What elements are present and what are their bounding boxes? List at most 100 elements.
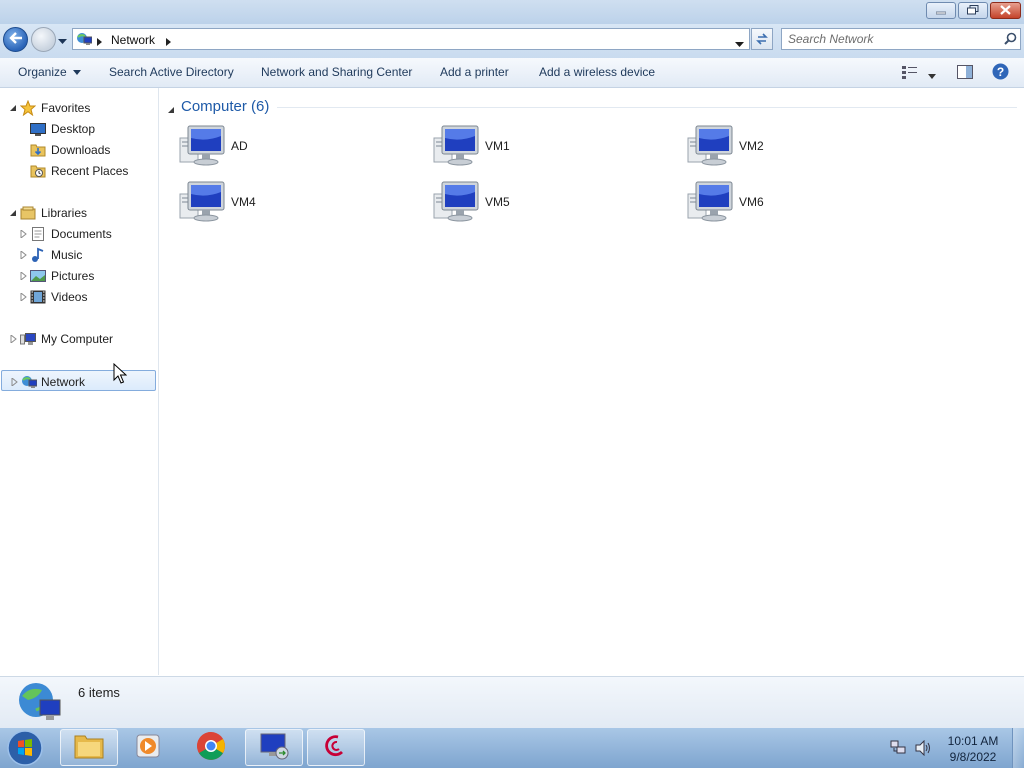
nav-desktop[interactable]: Desktop xyxy=(0,118,158,139)
collapsed-triangle-icon[interactable] xyxy=(20,293,27,301)
command-bar: Organize Search Active Directory Network… xyxy=(0,58,1024,88)
nav-downloads[interactable]: Downloads xyxy=(0,139,158,160)
computer-item[interactable]: VM1 xyxy=(432,124,672,172)
computer-item[interactable]: AD xyxy=(178,124,418,172)
nav-libraries-label: Libraries xyxy=(41,206,88,220)
nav-favorites[interactable]: Favorites xyxy=(0,97,158,118)
network-tray-icon[interactable] xyxy=(890,740,906,759)
view-dropdown-icon[interactable] xyxy=(928,69,936,83)
computer-label: VM1 xyxy=(485,139,510,153)
taskbar-media-player[interactable] xyxy=(120,729,178,766)
computer-item[interactable]: VM2 xyxy=(686,124,926,172)
music-icon xyxy=(30,247,46,263)
collapsed-triangle-icon[interactable] xyxy=(10,335,17,343)
clock-date: 9/8/2022 xyxy=(949,750,997,764)
taskbar: 10:01 AM 9/8/2022 xyxy=(0,728,1024,768)
downloads-folder-icon xyxy=(30,142,46,158)
add-printer-button[interactable]: Add a printer xyxy=(440,65,509,79)
taskbar-remote-desktop[interactable] xyxy=(245,729,303,766)
nav-network[interactable]: Network xyxy=(1,370,156,391)
search-active-directory-button[interactable]: Search Active Directory xyxy=(109,65,234,79)
address-dropdown-icon[interactable] xyxy=(735,37,744,51)
nav-recent-places-label: Recent Places xyxy=(51,164,129,178)
add-wireless-device-button[interactable]: Add a wireless device xyxy=(539,65,655,79)
collapsed-triangle-icon[interactable] xyxy=(20,230,27,238)
expanded-triangle-icon[interactable] xyxy=(10,209,17,217)
nav-recent-places[interactable]: Recent Places xyxy=(0,160,158,181)
nav-desktop-label: Desktop xyxy=(51,122,96,136)
recent-places-icon xyxy=(30,163,46,179)
network-icon xyxy=(21,374,38,390)
computer-item[interactable]: VM4 xyxy=(178,180,418,228)
start-button[interactable] xyxy=(5,729,45,767)
nav-documents[interactable]: Documents xyxy=(0,223,158,244)
minimize-button[interactable] xyxy=(926,2,956,19)
windows-explorer-icon xyxy=(73,732,105,763)
item-count: 6 items xyxy=(78,685,120,700)
help-button[interactable]: ? xyxy=(992,63,1009,83)
help-icon: ? xyxy=(992,63,1009,83)
nav-videos[interactable]: Videos xyxy=(0,286,158,307)
computer-item[interactable]: VM5 xyxy=(432,180,672,228)
search-box[interactable] xyxy=(781,28,1021,50)
computer-item[interactable]: VM6 xyxy=(686,180,926,228)
recent-pages-button[interactable] xyxy=(58,35,67,44)
breadcrumb-network[interactable]: Network xyxy=(111,33,155,47)
change-view-button[interactable] xyxy=(902,65,918,82)
group-collapse-icon[interactable] xyxy=(168,103,175,117)
search-input[interactable] xyxy=(788,31,998,47)
expanded-triangle-icon[interactable] xyxy=(10,104,17,112)
computer-label: VM5 xyxy=(485,195,510,209)
collapsed-triangle-icon[interactable] xyxy=(20,272,27,280)
computer-icon xyxy=(20,331,36,347)
details-pane: 6 items xyxy=(0,676,1024,729)
taskbar-chrome[interactable] xyxy=(182,729,240,766)
organize-button[interactable]: Organize xyxy=(18,65,82,79)
refresh-icon xyxy=(755,32,769,49)
nav-libraries[interactable]: Libraries xyxy=(0,202,158,223)
back-button[interactable] xyxy=(3,27,28,52)
nav-music[interactable]: Music xyxy=(0,244,158,265)
search-icon[interactable] xyxy=(1004,32,1017,49)
preview-pane-icon xyxy=(957,65,973,82)
computer-icon xyxy=(178,180,228,224)
computer-icon xyxy=(686,180,736,224)
organize-label: Organize xyxy=(18,65,67,79)
network-globe-icon xyxy=(16,680,62,729)
taskbar-debian[interactable] xyxy=(307,729,365,766)
nav-music-label: Music xyxy=(51,248,83,262)
breadcrumb-chevron-icon[interactable] xyxy=(166,35,171,49)
refresh-button[interactable] xyxy=(751,28,773,50)
computer-icon xyxy=(432,180,482,224)
group-header[interactable]: Computer (6) xyxy=(181,98,269,115)
media-player-icon xyxy=(135,732,163,763)
nav-pictures[interactable]: Pictures xyxy=(0,265,158,286)
collapsed-triangle-icon[interactable] xyxy=(20,251,27,259)
pictures-icon xyxy=(30,268,46,284)
close-button[interactable] xyxy=(990,2,1021,19)
forward-button[interactable] xyxy=(31,27,56,52)
network-sharing-center-button[interactable]: Network and Sharing Center xyxy=(261,65,412,79)
show-desktop-button[interactable] xyxy=(1012,728,1024,768)
network-icon xyxy=(76,31,93,50)
restore-icon xyxy=(967,4,979,18)
debian-icon xyxy=(322,732,350,763)
taskbar-explorer[interactable] xyxy=(60,729,118,766)
nav-my-computer-label: My Computer xyxy=(41,332,114,346)
clock[interactable]: 10:01 AM 9/8/2022 xyxy=(938,733,1008,765)
address-bar[interactable]: Network xyxy=(72,28,750,50)
collapsed-triangle-icon[interactable] xyxy=(11,378,18,386)
svg-text:?: ? xyxy=(997,65,1004,79)
view-options-icon xyxy=(902,66,918,82)
nav-downloads-label: Downloads xyxy=(51,143,111,157)
address-row: Network xyxy=(0,24,1024,58)
breadcrumb-separator-icon[interactable] xyxy=(97,35,102,49)
remote-desktop-icon xyxy=(258,731,290,764)
volume-icon[interactable] xyxy=(914,739,932,759)
restore-button[interactable] xyxy=(958,2,988,19)
preview-pane-button[interactable] xyxy=(957,65,973,82)
content-pane: Computer (6) AD VM1 VM2 VM4 VM5 VM6 xyxy=(159,88,1024,675)
nav-my-computer[interactable]: My Computer xyxy=(0,328,158,349)
minimize-icon xyxy=(935,4,947,18)
videos-icon xyxy=(30,289,46,305)
